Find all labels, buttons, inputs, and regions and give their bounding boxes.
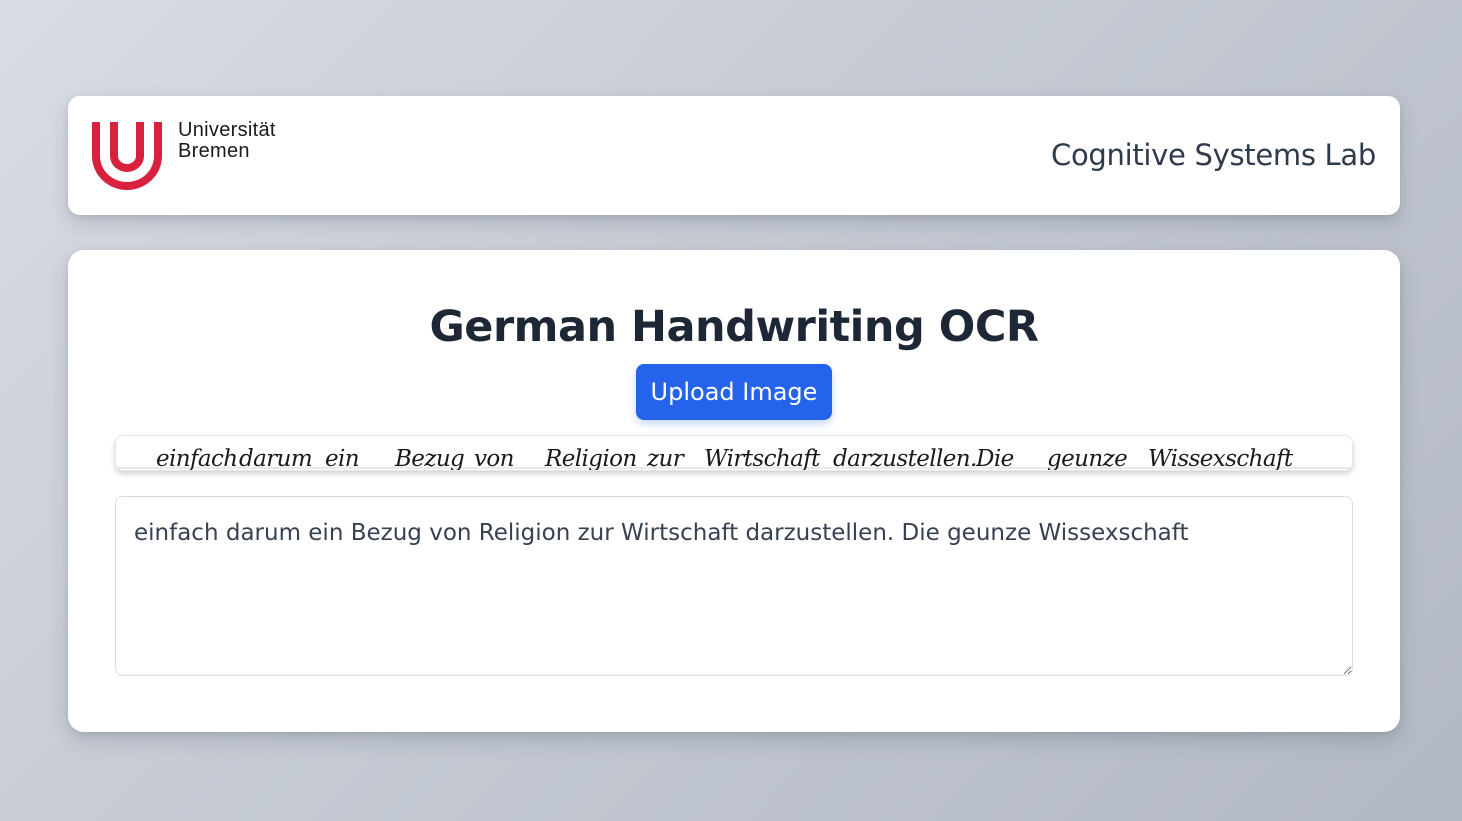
uploaded-image-preview: einfach darum ein Bezug von Religion zur Wirtsc… — [115, 435, 1353, 471]
handwritten-word: darum — [239, 446, 312, 471]
main-card: German Handwriting OCR Upload Image einf… — [68, 250, 1400, 732]
handwritten-word: Religion — [544, 446, 637, 471]
handwritten-word: Die — [975, 446, 1014, 471]
ocr-output-textarea[interactable] — [115, 496, 1353, 676]
uni-bremen-logo-icon — [92, 122, 162, 190]
handwritten-word: einfach — [156, 446, 238, 471]
handwritten-word: Wirtschaft — [704, 446, 821, 471]
handwritten-word: darzustellen. — [833, 446, 977, 471]
handwriting-image: einfach darum ein Bezug von Religion zur Wirtsc… — [116, 446, 1352, 471]
lab-name: Cognitive Systems Lab — [1051, 138, 1376, 172]
university-logo[interactable]: Universität Bremen — [90, 120, 330, 192]
upload-image-button[interactable]: Upload Image — [636, 364, 832, 420]
page-title: German Handwriting OCR — [429, 302, 1039, 352]
handwritten-word: zur — [646, 446, 686, 471]
logo-line-university: Universität — [178, 119, 276, 141]
handwritten-word: Wissexschaft — [1148, 446, 1294, 471]
handwritten-word: Bezug — [394, 446, 464, 471]
handwritten-word: ein — [325, 446, 359, 471]
logo-wordmark: Universität Bremen — [178, 120, 276, 162]
handwritten-word: von — [474, 446, 514, 471]
header-card: Universität Bremen Cognitive Systems Lab — [68, 96, 1400, 215]
handwritten-word: geunze — [1047, 446, 1127, 471]
logo-line-bremen: Bremen — [178, 140, 250, 162]
